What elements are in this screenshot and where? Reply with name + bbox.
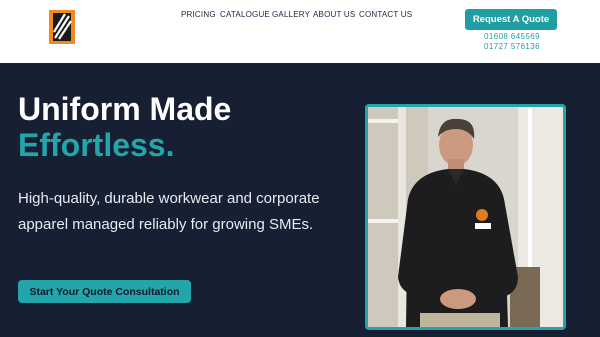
hero-subtitle: High-quality, durable workwear and corpo… bbox=[18, 190, 320, 233]
hero-model-photo bbox=[365, 104, 566, 330]
brand-logo-icon[interactable] bbox=[48, 9, 76, 45]
start-quote-consultation-button[interactable]: Start Your Quote Consultation bbox=[18, 280, 191, 303]
nav-catalogue[interactable]: CATALOGUE bbox=[220, 10, 270, 19]
hero-title-line2: Effortless. bbox=[18, 127, 175, 163]
nav-gallery[interactable]: GALLERY bbox=[272, 10, 310, 19]
site-header: PRICING CATALOGUE GALLERY ABOUT US CONTA… bbox=[0, 0, 600, 63]
request-quote-button[interactable]: Request A Quote bbox=[465, 9, 557, 30]
nav-contact-us[interactable]: CONTACT US bbox=[359, 10, 412, 19]
phone-number-2[interactable]: 01727 576136 bbox=[470, 42, 554, 51]
nav-about-us[interactable]: ABOUT US bbox=[313, 10, 355, 19]
phone-number-1[interactable]: 01608 645569 bbox=[470, 32, 554, 41]
hero-title-line1: Uniform Made bbox=[18, 91, 232, 127]
nav-pricing[interactable]: PRICING bbox=[181, 10, 216, 19]
